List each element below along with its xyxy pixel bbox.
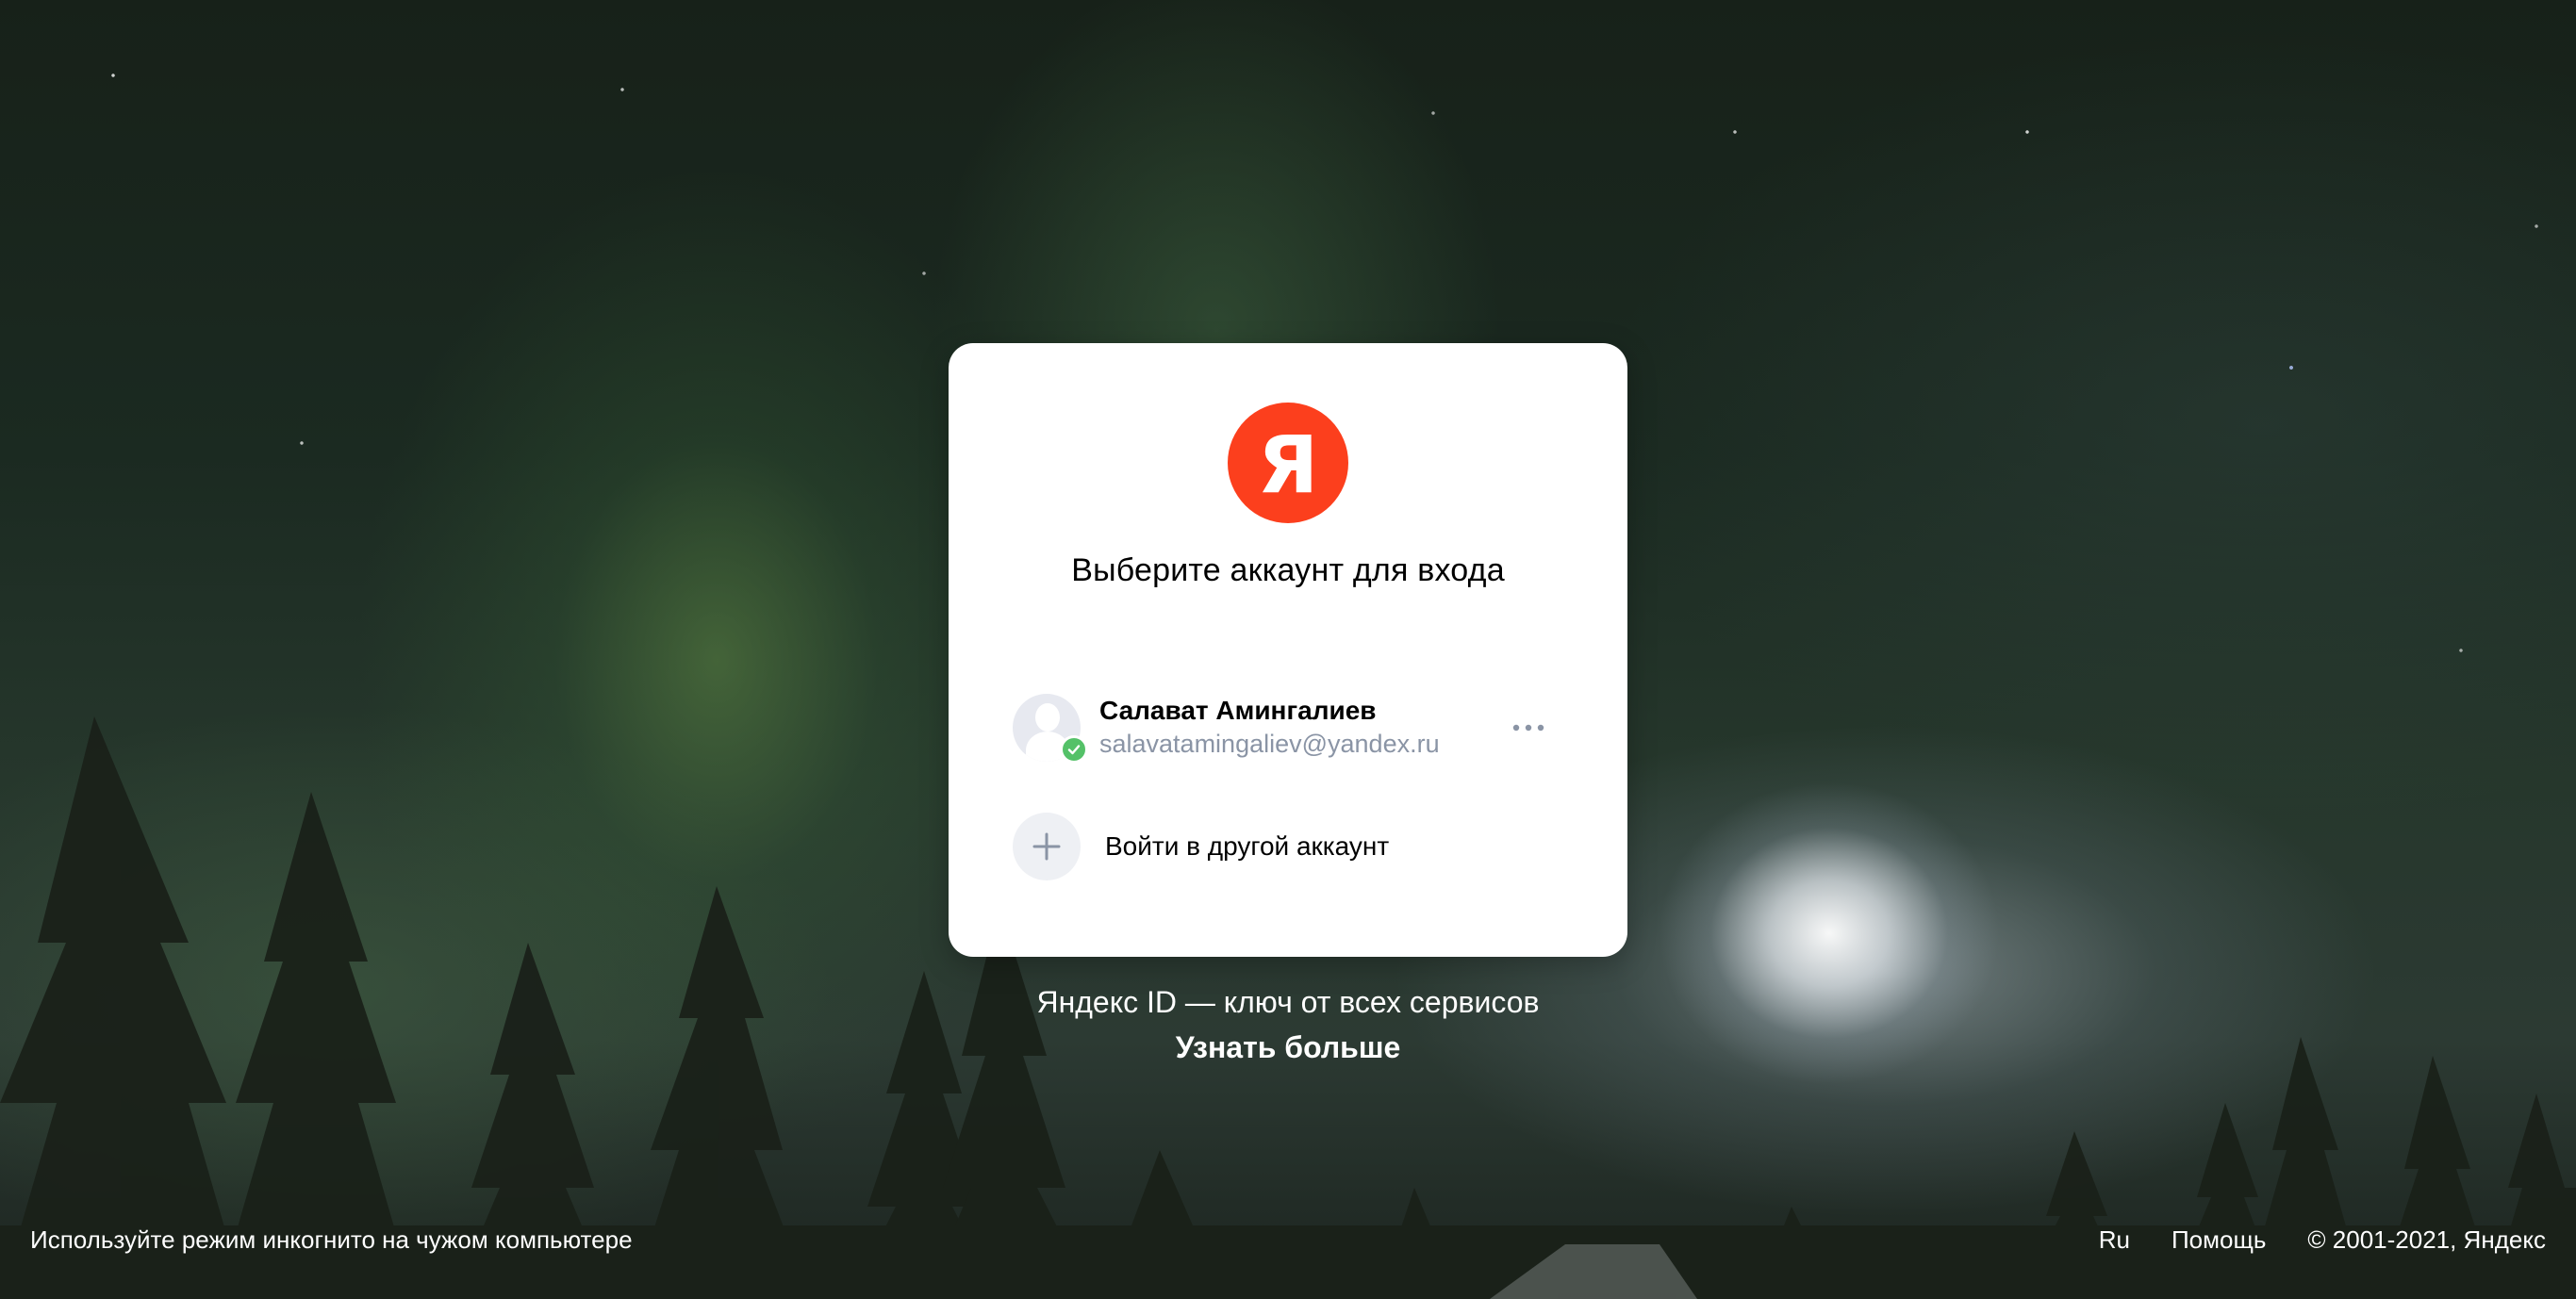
add-account-label: Войти в другой аккаунт bbox=[1105, 831, 1390, 861]
footer-links: Ru Помощь © 2001-2021, Яндекс bbox=[2099, 1225, 2546, 1255]
help-link[interactable]: Помощь bbox=[2171, 1225, 2266, 1255]
account-chooser-card: Я Выберите аккаунт для входа Салават Ами… bbox=[949, 343, 1627, 957]
promo-text: Яндекс ID — ключ от всех сервисов bbox=[1036, 985, 1540, 1019]
account-name: Салават Амингалиев bbox=[1099, 696, 1377, 725]
plus-icon bbox=[1013, 813, 1081, 880]
copyright-link[interactable]: © 2001-2021, Яндекс bbox=[2307, 1225, 2546, 1255]
account-more-button[interactable] bbox=[1505, 709, 1552, 747]
yandex-logo[interactable]: Я bbox=[1228, 403, 1348, 523]
avatar-head-shape bbox=[1035, 703, 1060, 732]
account-email: salavatamingaliev@yandex.ru bbox=[1099, 730, 1440, 758]
more-dots-icon bbox=[1512, 724, 1544, 732]
yandex-logo-letter: Я bbox=[1257, 419, 1319, 511]
checkmark-icon bbox=[1060, 735, 1088, 764]
page-title: Выберите аккаунт для входа bbox=[1071, 552, 1505, 588]
learn-more-link[interactable]: Узнать больше bbox=[0, 1030, 2576, 1065]
language-switcher[interactable]: Ru bbox=[2099, 1225, 2130, 1255]
account-list-item[interactable]: Салават Амингалиев salavatamingaliev@yan… bbox=[1005, 682, 1571, 767]
incognito-hint: Используйте режим инкогнито на чужом ком… bbox=[30, 1225, 633, 1254]
add-account-button[interactable]: Войти в другой аккаунт bbox=[1005, 805, 1571, 890]
